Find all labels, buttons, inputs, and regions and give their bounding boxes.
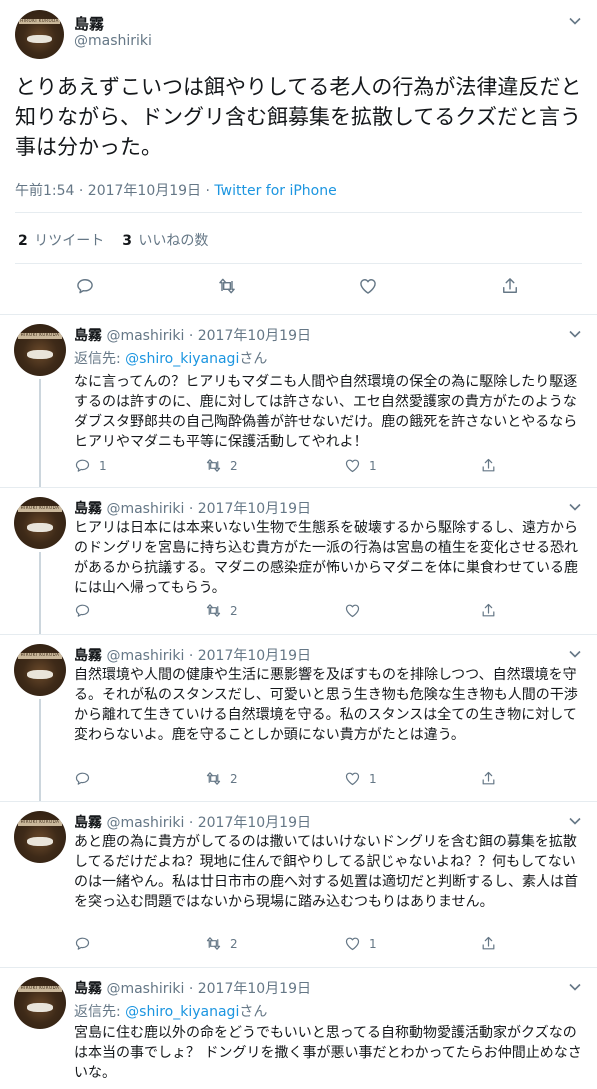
like-icon[interactable] — [358, 276, 378, 296]
reply-icon[interactable] — [74, 770, 99, 787]
chevron-down-icon[interactable] — [568, 980, 582, 998]
avatar[interactable]: HIROKI KURODA — [15, 10, 64, 59]
action-bar: 2 1 — [0, 770, 597, 790]
author-name[interactable]: 島霧 — [74, 981, 102, 997]
avatar[interactable]: HIROKI KURODA — [14, 497, 66, 549]
like-stat[interactable]: 3 いいねの数 — [122, 233, 208, 249]
divider — [15, 263, 582, 264]
like-icon[interactable]: 1 — [344, 457, 377, 474]
share-icon[interactable] — [480, 935, 497, 952]
action-bar: 2 1 — [0, 935, 597, 955]
share-icon[interactable] — [480, 457, 497, 474]
retweet-icon[interactable] — [217, 276, 237, 296]
like-icon[interactable]: 1 — [344, 935, 377, 952]
tweet-date[interactable]: · 2017年10月19日 — [189, 501, 311, 517]
tweet-text: ヒアリは日本には本来いない生物で生態系を破壊するから駆除するし、遠方からのドング… — [74, 520, 578, 596]
retweet-icon[interactable]: 2 — [205, 457, 238, 474]
reply-to: 返信先: @shiro_kiyanagiさん — [74, 351, 268, 367]
reply-tweet[interactable]: HIROKI KURODA 島霧 @mashiriki · 2017年10月19… — [0, 967, 597, 1089]
reply-header: 島霧 @mashiriki · 2017年10月19日 — [74, 812, 311, 832]
chevron-down-icon[interactable] — [568, 14, 582, 32]
reply-to-handle[interactable]: @shiro_kiyanagi — [125, 351, 239, 367]
action-bar: 1 2 1 — [0, 457, 597, 477]
chevron-down-icon[interactable] — [568, 814, 582, 832]
tweet-text: とりあえずこいつは餌やりしてる老人の行為が法律違反だと知りながら、ドングリ含む餌… — [15, 75, 582, 159]
author-handle[interactable]: @mashiriki — [106, 981, 184, 997]
retweet-icon[interactable]: 2 — [205, 935, 238, 952]
reply-icon[interactable] — [74, 935, 99, 952]
avatar[interactable]: HIROKI KURODA — [14, 324, 66, 376]
retweet-icon[interactable]: 2 — [205, 770, 238, 787]
tweet-text: なに言ってんの？ヒアリもマダニも人間や自然環境の保全の為に駆除したり駆逐するのは… — [74, 374, 578, 450]
retweet-icon[interactable]: 2 — [205, 602, 238, 619]
share-icon[interactable] — [500, 276, 520, 296]
author-handle[interactable]: @mashiriki — [106, 501, 184, 517]
author-handle[interactable]: @mashiriki — [106, 648, 184, 664]
reply-header: 島霧 @mashiriki · 2017年10月19日 — [74, 325, 311, 345]
reply-tweet[interactable]: HIROKI KURODA 島霧 @mashiriki · 2017年10月19… — [0, 801, 597, 967]
reply-icon[interactable] — [74, 602, 99, 619]
tweet-date[interactable]: · 2017年10月19日 — [189, 648, 311, 664]
author-name[interactable]: 島霧 — [74, 501, 102, 517]
author-name[interactable]: 島霧 — [74, 815, 102, 831]
reply-icon[interactable] — [75, 276, 95, 296]
reply-tweet[interactable]: HIROKI KURODA 島霧 @mashiriki · 2017年10月19… — [0, 314, 597, 488]
share-icon[interactable] — [480, 602, 497, 619]
reply-tweet[interactable]: HIROKI KURODA 島霧 @mashiriki · 2017年10月19… — [0, 487, 597, 635]
avatar[interactable]: HIROKI KURODA — [14, 644, 66, 696]
reply-to-handle[interactable]: @shiro_kiyanagi — [125, 1004, 239, 1020]
main-tweet: HIROKI KURODA 島霧 @mashiriki とりあえずこいつは餌やり… — [0, 0, 597, 314]
chevron-down-icon[interactable] — [568, 500, 582, 518]
tweet-source-link[interactable]: Twitter for iPhone — [214, 183, 336, 199]
tweet-text: 自然環境や人間の健康や生活に悪影響を及ぼすものを排除しつつ、自然環境を守る。それ… — [74, 667, 578, 743]
tweet-text: 宮島に住む鹿以外の命をどうでもいいと思ってる自称動物愛護活動家がクズなのは本当の… — [74, 1025, 582, 1081]
reply-to: 返信先: @shiro_kiyanagiさん — [74, 1004, 268, 1020]
author-handle[interactable]: @mashiriki — [106, 815, 184, 831]
author-handle[interactable]: @mashiriki — [106, 328, 184, 344]
tweet-stats: 2 リツイート 3 いいねの数 — [18, 230, 208, 250]
chevron-down-icon[interactable] — [568, 647, 582, 665]
reply-header: 島霧 @mashiriki · 2017年10月19日 — [74, 978, 311, 998]
tweet-text: あと鹿の為に貴方がしてるのは撒いてはいけないドングリを含む餌の募集を拡散してるだ… — [74, 834, 578, 910]
tweet-meta: 午前1:54 · 2017年10月19日 · Twitter for iPhon… — [15, 180, 337, 200]
tweet-date[interactable]: · 2017年10月19日 — [189, 981, 311, 997]
retweet-stat[interactable]: 2 リツイート — [18, 233, 104, 249]
reply-tweet[interactable]: HIROKI KURODA 島霧 @mashiriki · 2017年10月19… — [0, 634, 597, 802]
author-name[interactable]: 島霧 — [74, 648, 102, 664]
avatar[interactable]: HIROKI KURODA — [14, 811, 66, 863]
author-name[interactable]: 島霧 — [74, 13, 104, 34]
reply-icon[interactable]: 1 — [74, 457, 107, 474]
reply-header: 島霧 @mashiriki · 2017年10月19日 — [74, 498, 311, 518]
avatar-logo-text: HIROKI KURODA — [18, 17, 61, 24]
tweet-date[interactable]: · 2017年10月19日 — [189, 328, 311, 344]
thread-line — [39, 552, 41, 635]
like-icon[interactable] — [344, 602, 369, 619]
main-action-bar — [0, 276, 597, 300]
author-name[interactable]: 島霧 — [74, 328, 102, 344]
author-handle[interactable]: @mashiriki — [74, 33, 152, 49]
avatar[interactable]: HIROKI KURODA — [14, 977, 66, 1029]
tweet-date[interactable]: · 2017年10月19日 — [189, 815, 311, 831]
tweet-timestamp[interactable]: 午前1:54 · 2017年10月19日 · — [15, 183, 214, 199]
share-icon[interactable] — [480, 770, 497, 787]
action-bar: 2 — [0, 602, 597, 622]
chevron-down-icon[interactable] — [568, 327, 582, 345]
like-icon[interactable]: 1 — [344, 770, 377, 787]
divider — [15, 212, 582, 213]
reply-header: 島霧 @mashiriki · 2017年10月19日 — [74, 645, 311, 665]
